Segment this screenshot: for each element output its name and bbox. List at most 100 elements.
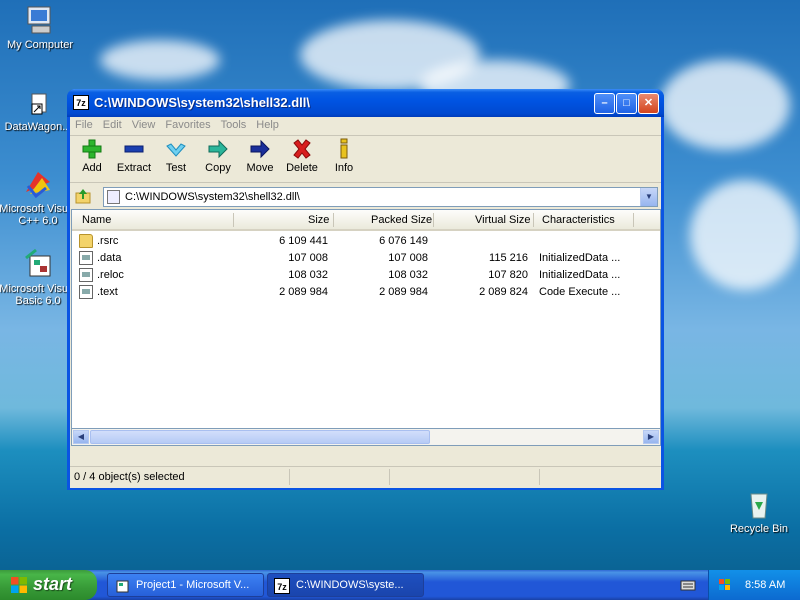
- window-titlebar[interactable]: 7z C:\WINDOWS\system32\shell32.dll\ – □ …: [67, 89, 664, 117]
- menu-file[interactable]: File: [70, 117, 98, 131]
- desktop-icon-my-computer[interactable]: My Computer: [0, 4, 80, 51]
- status-divider: [289, 469, 290, 485]
- extract-button[interactable]: Extract: [113, 138, 155, 174]
- row-size: 107 008: [288, 252, 328, 264]
- add-button[interactable]: Add: [71, 138, 113, 174]
- 7zip-icon: 7z: [274, 578, 290, 594]
- info-button[interactable]: Info: [323, 138, 365, 174]
- row-name: .rsrc: [97, 235, 119, 247]
- recycle-bin-icon: [743, 488, 775, 520]
- status-bar: 0 / 4 object(s) selected: [70, 466, 661, 488]
- dll-file-icon: [107, 190, 120, 204]
- row-name: .data: [97, 252, 122, 264]
- delete-x-icon: [281, 138, 323, 162]
- taskbar-item-project1[interactable]: Project1 - Microsoft V...: [107, 573, 264, 597]
- row-packed: 107 008: [388, 252, 428, 264]
- taskbar-item-label: Project1 - Microsoft V...: [136, 579, 250, 591]
- menu-help[interactable]: Help: [251, 117, 284, 131]
- row-size: 2 089 984: [279, 286, 328, 298]
- keyboard-icon[interactable]: [680, 578, 696, 592]
- binary-file-icon: [79, 251, 93, 265]
- info-label: Info: [334, 162, 354, 174]
- text-file-icon: [79, 285, 93, 299]
- windows-logo-icon: [10, 576, 28, 594]
- address-text: C:\WINDOWS\system32\shell32.dll\: [125, 191, 300, 203]
- chevron-down-icon[interactable]: ▼: [640, 188, 657, 206]
- taskbar-item-7zip[interactable]: 7z C:\WINDOWS\syste...: [267, 573, 424, 597]
- column-size[interactable]: Size: [308, 214, 329, 226]
- add-label: Add: [82, 162, 102, 174]
- status-text: 0 / 4 object(s) selected: [74, 471, 185, 483]
- file-list: Name Size Packed Size Virtual Size Chara…: [71, 209, 661, 429]
- row-name: .reloc: [97, 269, 124, 281]
- maximize-button[interactable]: □: [616, 93, 637, 114]
- column-divider[interactable]: [333, 213, 334, 227]
- table-row[interactable]: .rsrc 6 109 441 6 076 149: [72, 233, 660, 250]
- folder-icon: [79, 234, 93, 248]
- menu-view[interactable]: View: [127, 117, 161, 131]
- row-characteristics: InitializedData ...: [539, 252, 621, 264]
- table-row[interactable]: .reloc 108 032 108 032 107 820 Initializ…: [72, 267, 660, 284]
- column-divider[interactable]: [533, 213, 534, 227]
- folder-up-icon[interactable]: [74, 187, 92, 205]
- column-virtual-size[interactable]: Virtual Size: [475, 214, 530, 226]
- column-header: Name Size Packed Size Virtual Size Chara…: [72, 210, 660, 231]
- test-check-icon: [155, 138, 197, 162]
- menu-edit[interactable]: Edit: [98, 117, 127, 131]
- desktop-icon-label: My Computer: [6, 39, 74, 51]
- vb-project-icon: [114, 578, 130, 594]
- row-characteristics: Code Execute ...: [539, 286, 621, 298]
- toolbar: Add Extract Test Copy Move Delete Info: [70, 136, 661, 183]
- add-plus-icon: [71, 138, 113, 162]
- taskbar-item-label: C:\WINDOWS\syste...: [296, 579, 404, 591]
- scroll-right-button[interactable]: ▶: [643, 430, 659, 444]
- row-virtual: 115 216: [489, 252, 528, 264]
- row-size: 108 032: [288, 269, 328, 281]
- table-row[interactable]: .data 107 008 107 008 115 216 Initialize…: [72, 250, 660, 267]
- extract-minus-icon: [113, 138, 155, 162]
- copy-label: Copy: [205, 162, 231, 174]
- 7zip-app-icon: 7z: [73, 95, 89, 110]
- menu-favorites[interactable]: Favorites: [160, 117, 215, 131]
- extract-label: Extract: [116, 162, 152, 174]
- column-divider[interactable]: [233, 213, 234, 227]
- table-row[interactable]: .text 2 089 984 2 089 984 2 089 824 Code…: [72, 284, 660, 301]
- row-virtual: 107 820: [488, 269, 528, 281]
- test-button[interactable]: Test: [155, 138, 197, 174]
- row-size: 6 109 441: [279, 235, 328, 247]
- start-label: start: [33, 574, 73, 594]
- column-name[interactable]: Name: [82, 214, 111, 226]
- close-button[interactable]: ✕: [638, 93, 659, 114]
- scroll-thumb[interactable]: [90, 430, 430, 444]
- row-name: .text: [97, 286, 118, 298]
- computer-icon: [24, 4, 56, 36]
- network-icon[interactable]: [717, 577, 733, 593]
- cloud-decoration: [100, 40, 220, 80]
- desktop-icon-recycle-bin[interactable]: Recycle Bin: [719, 488, 799, 535]
- clock[interactable]: 8:58 AM: [745, 579, 785, 591]
- delete-label: Delete: [286, 162, 318, 174]
- column-characteristics[interactable]: Characteristics: [542, 214, 615, 226]
- column-divider[interactable]: [633, 213, 634, 227]
- visual-cpp-icon: [22, 168, 54, 200]
- address-combobox[interactable]: C:\WINDOWS\system32\shell32.dll\ ▼: [103, 187, 658, 207]
- row-characteristics: InitializedData ...: [539, 269, 621, 281]
- delete-button[interactable]: Delete: [281, 138, 323, 174]
- window-title: C:\WINDOWS\system32\shell32.dll\: [94, 95, 311, 110]
- row-packed: 108 032: [388, 269, 428, 281]
- info-icon: [323, 138, 365, 162]
- move-arrow-icon: [239, 138, 281, 162]
- copy-arrow-icon: [197, 138, 239, 162]
- minimize-button[interactable]: –: [594, 93, 615, 114]
- row-packed: 6 076 149: [379, 235, 428, 247]
- column-packed-size[interactable]: Packed Size: [371, 214, 432, 226]
- menu-bar: File Edit View Favorites Tools Help: [70, 117, 661, 136]
- move-button[interactable]: Move: [239, 138, 281, 174]
- copy-button[interactable]: Copy: [197, 138, 239, 174]
- status-divider: [389, 469, 390, 485]
- scroll-left-button[interactable]: ◀: [73, 430, 89, 444]
- menu-tools[interactable]: Tools: [216, 117, 252, 131]
- horizontal-scrollbar[interactable]: ◀ ▶: [71, 429, 661, 446]
- start-button[interactable]: start: [0, 570, 97, 600]
- column-divider[interactable]: [433, 213, 434, 227]
